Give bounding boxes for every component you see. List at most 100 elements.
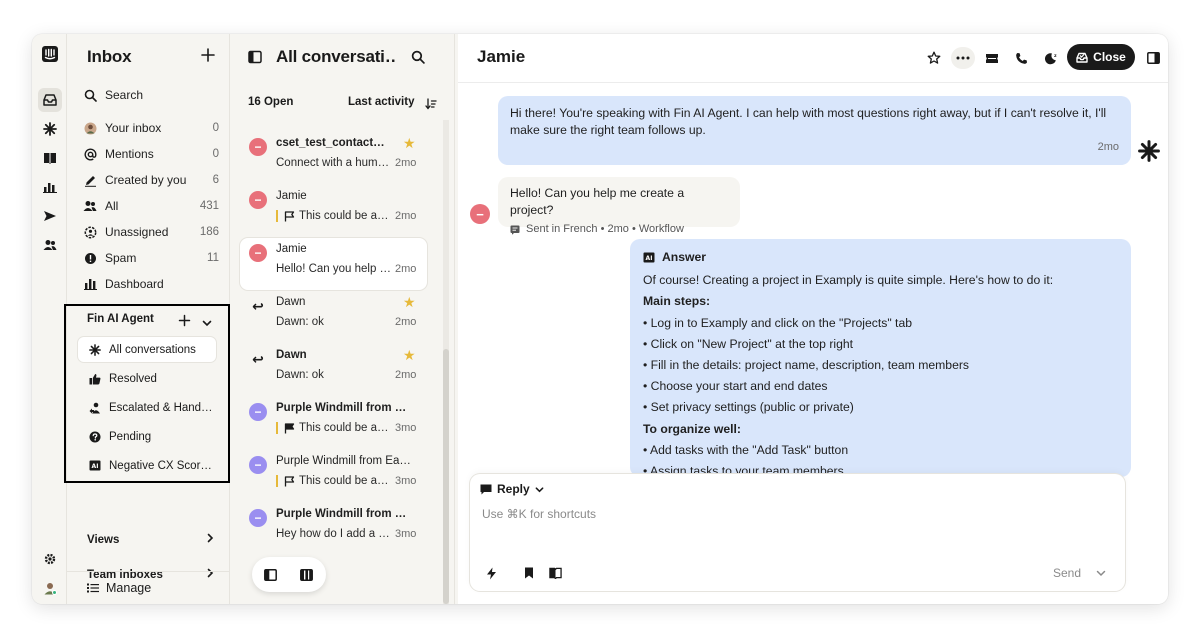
intercom-logo-icon[interactable] <box>38 42 62 66</box>
conversation-item[interactable]: − Purple Windmill from Ea… This could be… <box>240 450 427 502</box>
team-inboxes-section[interactable]: Team inboxes <box>87 568 215 581</box>
sidebar-item-your-inbox[interactable]: Your inbox 0 <box>81 117 221 139</box>
contact-avatar: − <box>249 138 267 156</box>
bot-message: Hi there! You're speaking with Fin AI Ag… <box>498 96 1131 165</box>
preview-text: Hello! Can you help … <box>276 263 392 275</box>
star-icon[interactable]: ★ <box>403 294 416 311</box>
sidebar-toggle-icon[interactable] <box>248 50 262 69</box>
search-icon[interactable] <box>411 50 425 69</box>
layout-toggle <box>252 557 326 592</box>
ticket-icon[interactable] <box>980 47 1004 69</box>
send-button[interactable]: Send <box>1053 566 1081 580</box>
contacts-icon[interactable] <box>38 233 62 257</box>
sidebar-item-created-by-you[interactable]: Created by you 6 <box>81 169 221 191</box>
reply-arrow-icon: ↩ <box>252 298 264 314</box>
close-label: Close <box>1093 50 1126 64</box>
search-button[interactable]: Search <box>81 84 221 106</box>
fin-item-negative-cx-score[interactable]: AI Negative CX Scor… <box>78 453 216 478</box>
sidebar-item-spam[interactable]: Spam 11 <box>81 247 221 269</box>
preview-text: Hey how do I add a t… <box>276 528 392 540</box>
at-icon <box>81 146 99 162</box>
inbox-icon[interactable] <box>38 88 62 112</box>
conversation-item-selected[interactable]: − Jamie Hello! Can you help … 2mo <box>240 238 427 290</box>
user-message: Hello! Can you help me create a project?… <box>498 177 740 235</box>
fin-icon[interactable] <box>38 117 62 141</box>
star-icon[interactable]: ★ <box>403 135 416 152</box>
bookmark-icon[interactable] <box>521 565 537 581</box>
views-label: Views <box>87 533 120 546</box>
conversation-item[interactable]: ↩ Dawn ★ Dawn: ok 2mo <box>240 291 427 343</box>
conversation-name: cset_test_contact@… <box>276 137 394 149</box>
manage-button[interactable]: Manage <box>87 581 215 595</box>
reply-arrow-icon: ↩ <box>252 351 264 367</box>
layout-columns-icon[interactable] <box>300 568 313 586</box>
composer-input[interactable]: Use ⌘K for shortcuts <box>482 507 596 521</box>
preview-text: Dawn: ok <box>276 316 324 328</box>
outbound-icon[interactable] <box>38 204 62 228</box>
star-outline-icon[interactable] <box>922 47 946 69</box>
conversation-time: 2mo <box>395 316 417 328</box>
open-count[interactable]: 16 Open <box>248 96 293 108</box>
priority-bar <box>276 422 278 434</box>
user-avatar[interactable] <box>38 576 62 600</box>
views-section[interactable]: Views <box>87 533 215 546</box>
send-options-chevron-icon[interactable] <box>1096 565 1106 583</box>
conversation-name: Jamie <box>276 243 307 255</box>
chevron-down-icon <box>535 485 544 494</box>
sort-dropdown[interactable]: Last activity <box>348 96 414 108</box>
lightning-icon[interactable] <box>483 565 499 581</box>
conversation-item[interactable]: − cset_test_contact@… ★ Connect with a h… <box>240 132 427 184</box>
sidebar-item-unassigned[interactable]: Unassigned 186 <box>81 221 221 243</box>
conversation-item[interactable]: − Purple Windmill from Ea… This could be… <box>240 397 427 449</box>
conversation-item[interactable]: − Purple Windmill from Ea… Hey how do I … <box>240 503 427 555</box>
fin-add-plus-icon[interactable] <box>178 314 191 332</box>
reply-icon <box>480 484 492 495</box>
chevron-down-icon[interactable] <box>202 315 212 333</box>
conversation-time: 3mo <box>395 475 417 487</box>
fin-ai-agent-title[interactable]: Fin AI Agent <box>87 313 154 325</box>
svg-text:z: z <box>1054 54 1057 59</box>
knowledge-icon[interactable] <box>38 146 62 170</box>
fin-item-label: Escalated & Hand… <box>109 401 213 414</box>
fin-item-escalated[interactable]: Escalated & Hand… <box>78 395 216 420</box>
close-conversation-button[interactable]: Close <box>1067 44 1135 70</box>
article-icon[interactable] <box>547 565 563 581</box>
phone-icon[interactable] <box>1009 47 1033 69</box>
layout-list-icon[interactable] <box>264 568 277 586</box>
inbox-title: Inbox <box>87 47 132 66</box>
snooze-icon[interactable]: z <box>1038 47 1062 69</box>
details-panel-icon[interactable] <box>1141 47 1165 69</box>
sidebar-item-dashboard[interactable]: Dashboard <box>81 273 221 295</box>
settings-icon[interactable] <box>38 547 62 571</box>
escalated-icon <box>88 402 102 414</box>
star-icon[interactable]: ★ <box>403 347 416 364</box>
conversation-item[interactable]: ↩ Dawn ★ Dawn: ok 2mo <box>240 344 427 396</box>
more-options-icon[interactable] <box>951 47 975 69</box>
reply-mode-dropdown[interactable]: Reply <box>480 482 544 496</box>
flag-solid-icon <box>284 422 295 434</box>
sidebar-item-all[interactable]: All 431 <box>81 195 221 217</box>
message-time: 2mo <box>1097 141 1119 153</box>
new-conversation-plus-icon[interactable] <box>199 46 217 64</box>
answer-heading: To organize well: <box>643 421 741 436</box>
fin-item-all-conversations[interactable]: All conversations <box>78 337 216 362</box>
reports-icon[interactable] <box>38 175 62 199</box>
fin-item-pending[interactable]: Pending <box>78 424 216 449</box>
conversation-name: Purple Windmill from Ea… <box>276 508 412 520</box>
sidebar-item-count: 6 <box>212 174 219 186</box>
sidebar-item-count: 0 <box>212 122 219 134</box>
list-title: All conversati… <box>276 47 396 66</box>
app-window: Inbox Search Your inbox 0 Mentions 0 Cre… <box>32 34 1168 604</box>
conversation-name: Dawn <box>276 296 306 308</box>
sidebar-item-mentions[interactable]: Mentions 0 <box>81 143 221 165</box>
sort-order-icon[interactable] <box>425 97 437 115</box>
message-meta-text: Sent in French • 2mo • Workflow <box>526 223 684 235</box>
answer-step: • Click on "New Project" at the top righ… <box>643 336 854 351</box>
fin-item-resolved[interactable]: Resolved <box>78 366 216 391</box>
conversation-item[interactable]: − Jamie This could be a… 2mo <box>240 185 427 237</box>
list-scrollbar-thumb[interactable] <box>443 349 449 604</box>
svg-text:AI: AI <box>92 463 99 470</box>
contact-avatar: − <box>249 456 267 474</box>
sidebar-item-label: Spam <box>105 251 137 265</box>
reply-mode-label: Reply <box>497 482 530 496</box>
